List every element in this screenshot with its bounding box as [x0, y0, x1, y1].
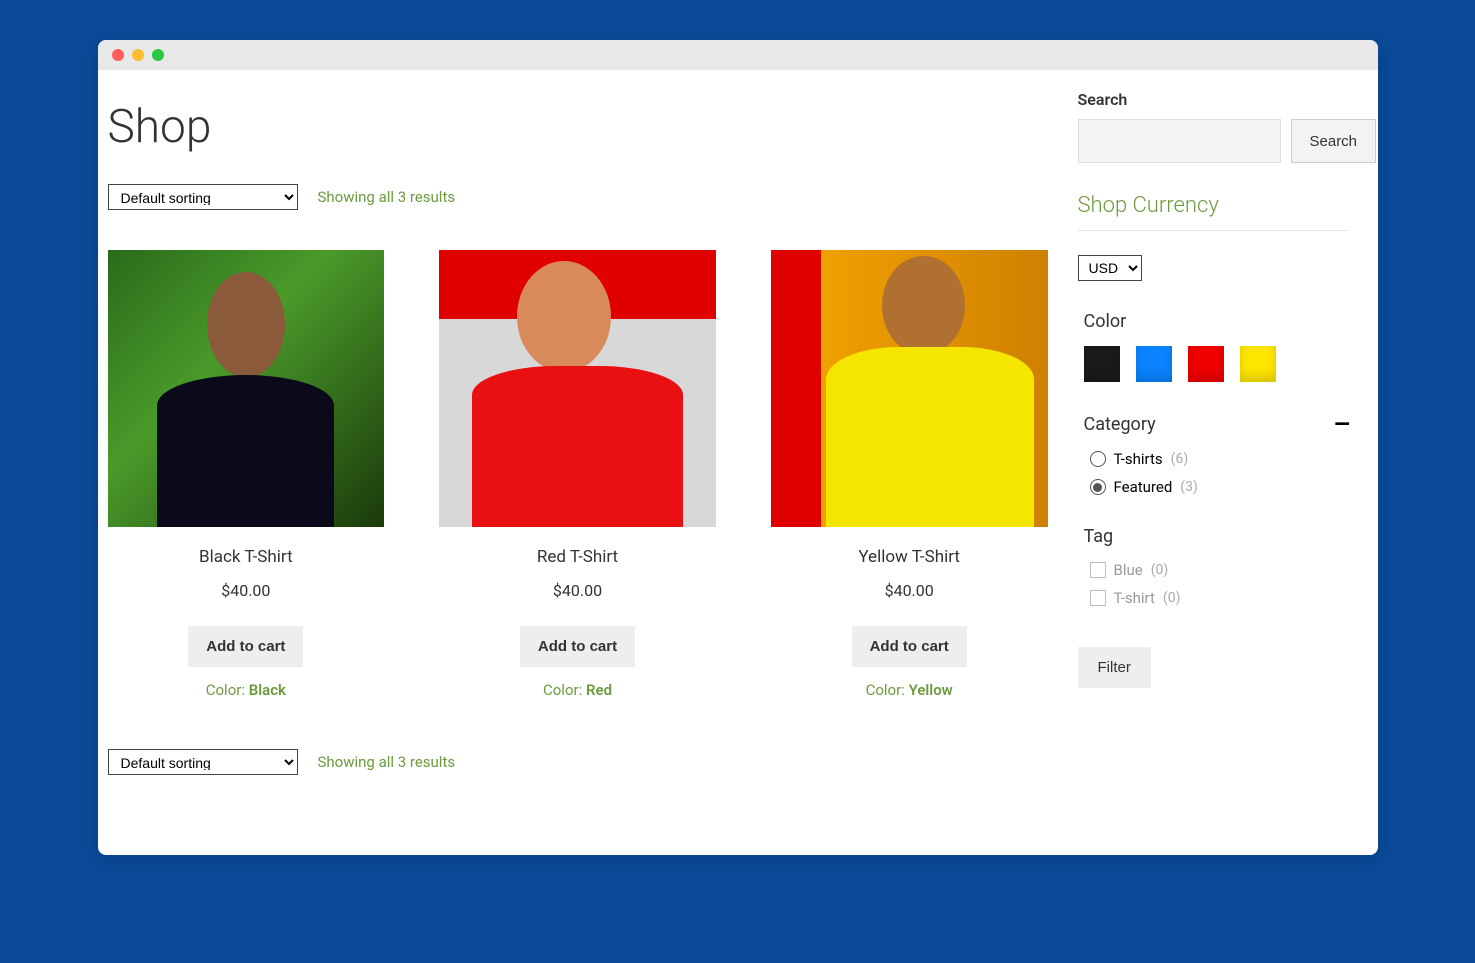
currency-title: Shop Currency	[1078, 193, 1348, 218]
window-close-icon[interactable]	[112, 49, 124, 61]
window-titlebar	[98, 40, 1378, 70]
product-title: Black T-Shirt	[108, 547, 385, 567]
product-grid: Black T-Shirt $40.00 Add to cart Color: …	[108, 250, 1048, 699]
search-input[interactable]	[1078, 119, 1281, 163]
category-item[interactable]: T-shirts (6)	[1090, 450, 1348, 468]
tag-filter-widget: Tag Blue (0) T-shirt (0)	[1078, 526, 1348, 607]
color-value: Red	[586, 681, 612, 699]
page-title: Shop	[108, 100, 1048, 154]
category-item[interactable]: Featured (3)	[1090, 478, 1348, 496]
product-color-line: Color: Red	[439, 681, 716, 699]
result-count: Showing all 3 results	[318, 188, 456, 206]
product-image[interactable]	[439, 250, 716, 527]
add-to-cart-button[interactable]: Add to cart	[188, 626, 303, 667]
product-title: Red T-Shirt	[439, 547, 716, 567]
color-label: Color:	[543, 681, 582, 699]
tag-title: Tag	[1084, 526, 1348, 547]
swatch-black[interactable]	[1084, 346, 1120, 382]
category-count: (6)	[1171, 451, 1189, 467]
swatch-yellow[interactable]	[1240, 346, 1276, 382]
main-column: Shop Default sorting Showing all 3 resul…	[108, 90, 1068, 815]
tag-item[interactable]: T-shirt (0)	[1090, 589, 1348, 607]
product-title: Yellow T-Shirt	[771, 547, 1048, 567]
category-label: Featured	[1114, 478, 1173, 496]
product-card[interactable]: Black T-Shirt $40.00 Add to cart Color: …	[108, 250, 385, 699]
add-to-cart-button[interactable]: Add to cart	[852, 626, 967, 667]
category-header: Category —	[1084, 412, 1348, 436]
product-price: $40.00	[439, 581, 716, 600]
category-list: T-shirts (6) Featured (3)	[1084, 450, 1348, 496]
divider	[1078, 230, 1348, 231]
window-minimize-icon[interactable]	[132, 49, 144, 61]
swatch-red[interactable]	[1188, 346, 1224, 382]
color-label: Color:	[866, 681, 905, 699]
category-filter-widget: Category — T-shirts (6) Featured (3)	[1078, 412, 1348, 496]
search-button[interactable]: Search	[1291, 119, 1377, 163]
tag-item[interactable]: Blue (0)	[1090, 561, 1348, 579]
product-image[interactable]	[108, 250, 385, 527]
sort-select-bottom[interactable]: Default sorting	[108, 749, 298, 775]
currency-widget: Shop Currency USD	[1078, 193, 1348, 281]
sidebar: Search Search Shop Currency USD Color	[1068, 90, 1348, 815]
currency-select[interactable]: USD	[1078, 255, 1142, 281]
product-color-line: Color: Yellow	[771, 681, 1048, 699]
color-filter-widget: Color	[1078, 311, 1348, 382]
search-widget: Search Search	[1078, 90, 1348, 163]
product-card[interactable]: Yellow T-Shirt $40.00 Add to cart Color:…	[771, 250, 1048, 699]
tag-label: Blue	[1114, 561, 1143, 579]
browser-window: Shop Default sorting Showing all 3 resul…	[98, 40, 1378, 855]
product-price: $40.00	[771, 581, 1048, 600]
color-label: Color:	[206, 681, 245, 699]
product-color-line: Color: Black	[108, 681, 385, 699]
category-title: Category	[1084, 414, 1156, 435]
radio-icon[interactable]	[1090, 479, 1106, 495]
result-count-bottom: Showing all 3 results	[318, 753, 456, 771]
color-value: Black	[249, 681, 286, 699]
checkbox-icon[interactable]	[1090, 562, 1106, 578]
collapse-icon[interactable]: —	[1334, 412, 1347, 436]
filter-button[interactable]: Filter	[1078, 647, 1151, 688]
bottom-toolbar: Default sorting Showing all 3 results	[108, 749, 1048, 775]
window-maximize-icon[interactable]	[152, 49, 164, 61]
product-price: $40.00	[108, 581, 385, 600]
category-count: (3)	[1180, 479, 1198, 495]
product-image[interactable]	[771, 250, 1048, 527]
page-content: Shop Default sorting Showing all 3 resul…	[98, 70, 1378, 855]
add-to-cart-button[interactable]: Add to cart	[520, 626, 635, 667]
color-filter-title: Color	[1084, 311, 1348, 332]
color-value: Yellow	[909, 681, 953, 699]
checkbox-icon[interactable]	[1090, 590, 1106, 606]
product-card[interactable]: Red T-Shirt $40.00 Add to cart Color: Re…	[439, 250, 716, 699]
top-toolbar: Default sorting Showing all 3 results	[108, 184, 1048, 210]
sort-select[interactable]: Default sorting	[108, 184, 298, 210]
color-swatches	[1084, 346, 1348, 382]
swatch-blue[interactable]	[1136, 346, 1172, 382]
category-label: T-shirts	[1114, 450, 1163, 468]
search-label: Search	[1078, 90, 1348, 109]
tag-count: (0)	[1151, 562, 1169, 578]
tag-label: T-shirt	[1114, 589, 1155, 607]
search-row: Search	[1078, 119, 1348, 163]
radio-icon[interactable]	[1090, 451, 1106, 467]
tag-list: Blue (0) T-shirt (0)	[1084, 561, 1348, 607]
tag-count: (0)	[1163, 590, 1181, 606]
